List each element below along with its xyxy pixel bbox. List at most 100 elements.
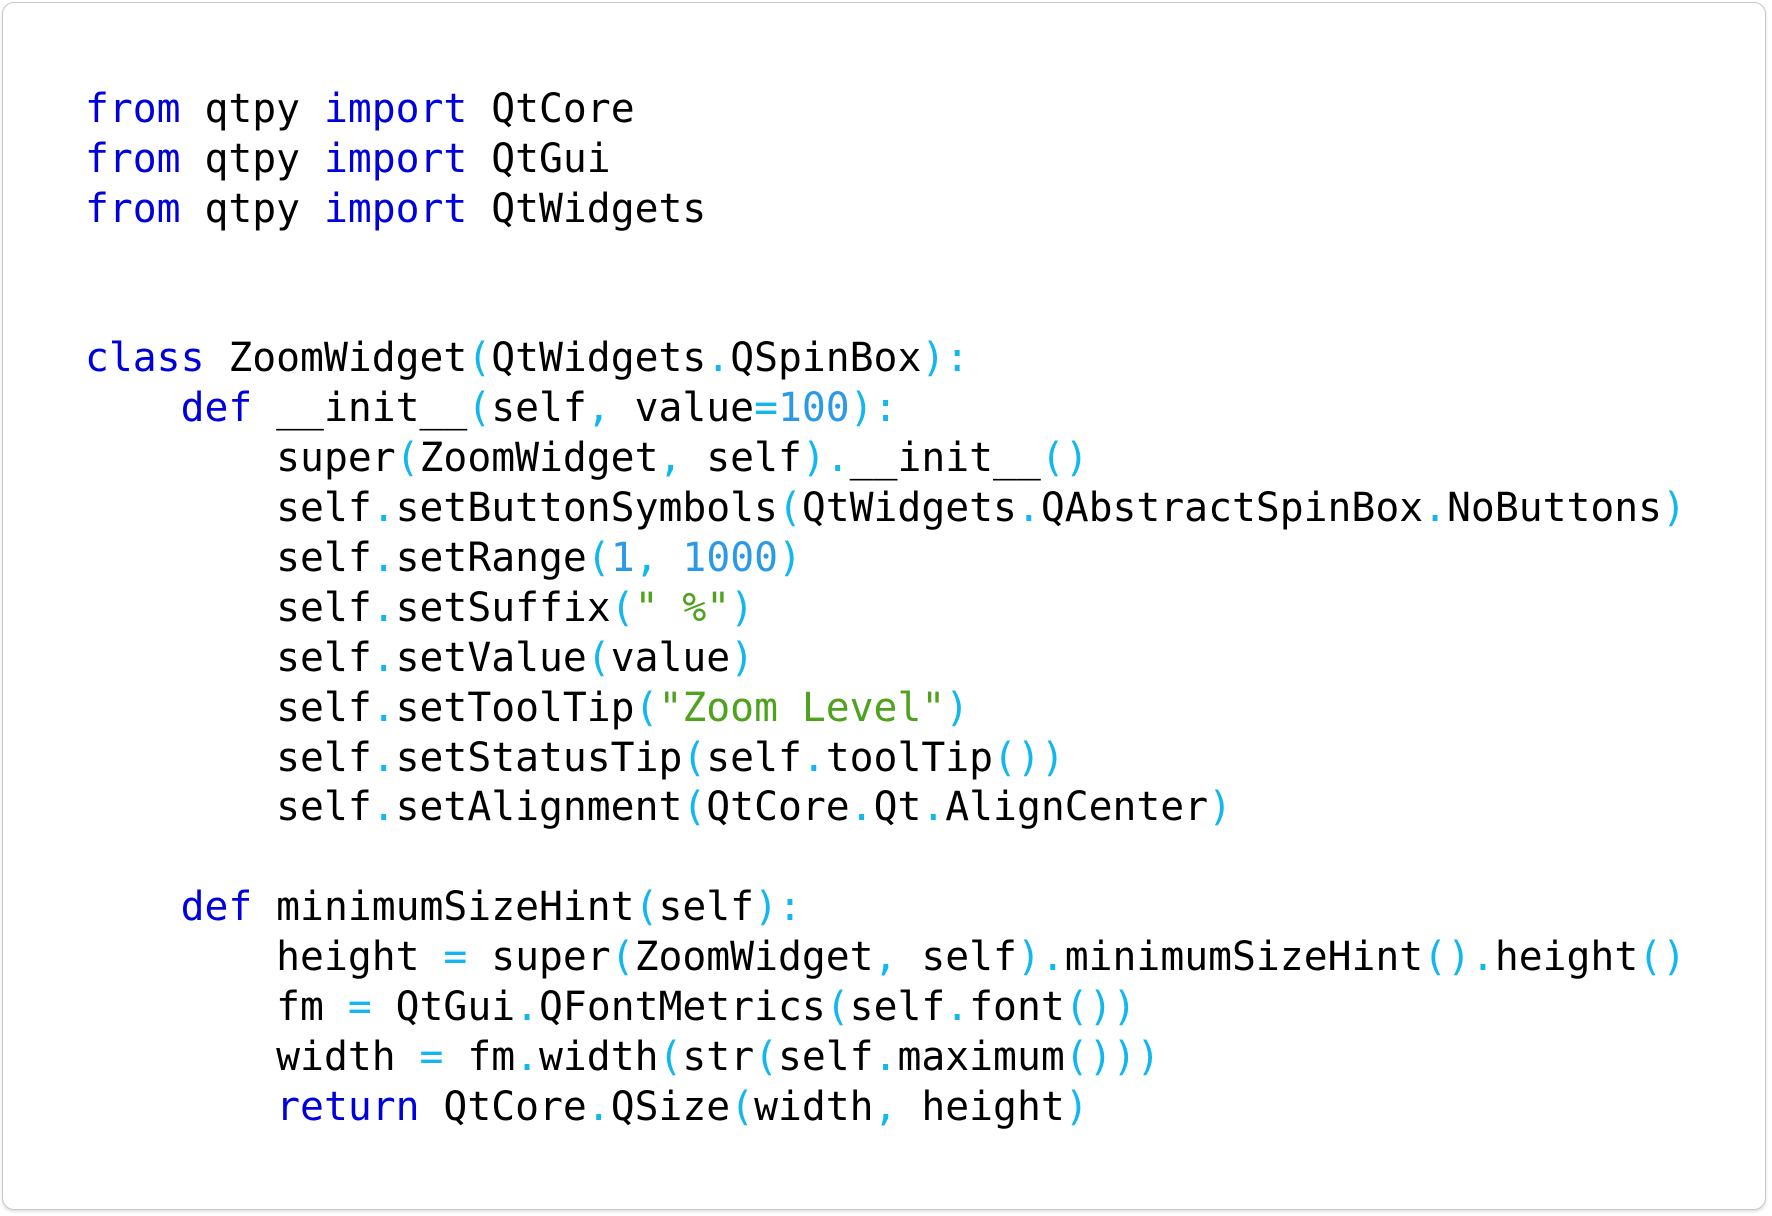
code-token: QtWidgets [491,335,707,382]
code-token: self [706,734,802,781]
code-line: self.setStatusTip(self.toolTip()) [85,734,1686,784]
code-token: . [371,784,396,831]
code-token: , [873,1083,898,1130]
code-token: from [85,185,181,232]
code-token: "Zoom Level" [658,684,946,731]
code-line: return QtCore.QSize(width, height) [85,1083,1686,1133]
code-token: self [85,485,372,532]
code-token: 1000 [682,535,778,582]
code-token: self [85,634,372,681]
code-token: ) [1064,1083,1089,1130]
code-line: fm = QtGui.QFontMetrics(self.font()) [85,983,1686,1033]
code-token: ): [754,884,802,931]
code-token: ( [586,634,611,681]
code-token: QtCore [706,784,850,831]
code-token: ( [730,1083,755,1130]
code-token: . [586,1083,611,1130]
code-token: . [945,984,970,1031]
code-token: ( [658,1033,683,1080]
code-token: height [897,1083,1065,1130]
code-token: . [371,584,396,631]
code-token: self [897,934,1017,981]
code-line: super(ZoomWidget, self).__init__() [85,434,1686,484]
code-token: QFontMetrics [539,984,826,1031]
code-token: . [1016,485,1041,532]
code-token: . [706,335,731,382]
code-token: ()) [993,734,1065,781]
code-token: fm [85,984,348,1031]
code-token: , [658,435,683,482]
code-token: setRange [395,535,587,582]
code-token: . [371,634,396,681]
code-token: . [515,984,540,1031]
code-token: ())) [1064,1033,1161,1080]
code-token: () [1040,435,1089,482]
code-token: fm [443,1033,516,1080]
code-line: self.setValue(value) [85,634,1686,684]
code-token: width [85,1033,420,1080]
code-token: ()) [1064,984,1137,1031]
code-token: def [180,884,253,931]
code-line: width = fm.width(str(self.maximum())) [85,1033,1686,1083]
code-token: setToolTip [395,684,635,731]
code-token: ): [921,335,970,382]
code-token: ). [801,435,850,482]
code-token: value [610,385,755,432]
code-token: self [491,385,587,432]
code-token: from [85,86,181,132]
code-line: def __init__(self, value=100): [85,384,1686,434]
code-token: self [85,684,372,731]
code-token: ZoomWidget [419,435,659,482]
code-token: (). [1423,934,1495,981]
code-line: class ZoomWidget(QtWidgets.QSpinBox): [85,334,1686,384]
code-token: import [323,185,468,232]
code-token: NoButtons [1447,485,1663,532]
code-snippet-card: from qtpy import QtCore from qtpy import … [2,2,1766,1210]
code-token: , [634,535,659,582]
code-token: QtCore [419,1083,587,1130]
code-token: font [969,984,1065,1031]
code-token: ( [610,584,635,631]
code-token: ( [682,784,707,831]
code-token: ZoomWidget [634,934,874,981]
code-token: = [347,984,372,1031]
code-line: self.setSuffix(" %") [85,584,1686,634]
code-token: setButtonSymbols [395,485,778,532]
code-token: = [754,385,778,432]
code-token: . [921,784,946,831]
code-token: ( [395,435,420,482]
code-token: ( [610,934,635,981]
code-token: self [85,734,372,781]
code-token: ( [825,984,850,1031]
code-token: . [1423,485,1448,532]
code-token: ( [777,485,802,532]
code-token: setValue [395,634,587,681]
code-token: def [180,385,253,432]
code-token: maximum [897,1033,1065,1080]
code-line: height = super(ZoomWidget, self).minimum… [85,933,1686,983]
code-token: QtWidgets [801,485,1017,532]
code-token: ) [1208,784,1233,831]
code-line: self.setToolTip("Zoom Level") [85,684,1686,734]
code-token: self [778,1033,874,1080]
code-token: . [801,734,826,781]
code-token: AlignCenter [945,784,1209,831]
code-token: , [873,934,898,981]
code-token: height [85,934,444,981]
code-line: from qtpy import QtGui [85,135,1686,185]
code-token: . [849,784,874,831]
code-token: ) [730,584,755,631]
code-token: . [371,734,396,781]
code-token: QAbstractSpinBox [1040,485,1424,532]
code-line: self.setRange(1, 1000) [85,534,1686,584]
code-token: self [85,584,372,631]
code-token: ( [634,684,659,731]
code-token: setSuffix [395,584,611,631]
code-token: QSize [610,1083,731,1130]
code-token: QtGui [371,984,516,1031]
code-token: ( [682,734,707,781]
code-line: def minimumSizeHint(self): [85,883,1686,933]
